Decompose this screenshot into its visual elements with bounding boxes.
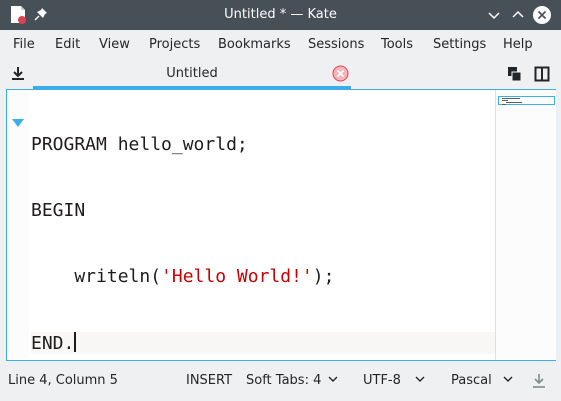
menu-view[interactable]: View bbox=[99, 37, 130, 52]
tab-label: Untitled bbox=[166, 66, 218, 81]
menu-settings[interactable]: Settings bbox=[433, 37, 486, 52]
download-icon[interactable] bbox=[532, 373, 546, 389]
chevron-down-icon[interactable] bbox=[415, 375, 425, 383]
cursor-position[interactable]: Line 4, Column 5 bbox=[8, 373, 118, 388]
chevron-down-icon[interactable] bbox=[503, 375, 513, 383]
split-view-icon[interactable] bbox=[534, 66, 550, 82]
maximize-icon[interactable] bbox=[509, 6, 527, 24]
code-text: writeln( bbox=[31, 266, 162, 287]
minimap-line bbox=[506, 102, 522, 103]
string-literal: 'Hello World!' bbox=[161, 266, 313, 287]
tab-bar: Untitled bbox=[0, 60, 561, 89]
editor-view[interactable]: PROGRAM hello_world; BEGIN writeln('Hell… bbox=[6, 89, 556, 361]
download-icon[interactable] bbox=[10, 65, 26, 81]
minimap-line bbox=[502, 98, 520, 99]
code-line-current[interactable]: END. bbox=[31, 332, 497, 354]
fold-marker-icon[interactable] bbox=[12, 119, 24, 127]
text-cursor bbox=[74, 332, 77, 352]
menu-bar: File Edit View Projects Bookmarks Sessio… bbox=[0, 30, 561, 58]
menu-file[interactable]: File bbox=[13, 37, 35, 52]
editor-gutter[interactable] bbox=[7, 90, 29, 360]
minimap[interactable] bbox=[495, 90, 556, 360]
menu-projects[interactable]: Projects bbox=[149, 37, 200, 52]
window-title: Untitled * — Kate bbox=[224, 7, 337, 22]
title-bar: Untitled * — Kate bbox=[0, 0, 561, 30]
encoding-selector[interactable]: UTF-8 bbox=[363, 373, 401, 388]
minimap-line bbox=[502, 104, 506, 105]
code-text: END. bbox=[31, 333, 75, 354]
input-mode[interactable]: INSERT bbox=[186, 373, 232, 388]
close-icon[interactable] bbox=[533, 6, 551, 24]
quick-open-icon[interactable] bbox=[506, 66, 522, 82]
tab-untitled[interactable]: Untitled bbox=[33, 62, 351, 89]
menu-tools[interactable]: Tools bbox=[381, 37, 413, 52]
code-area[interactable]: PROGRAM hello_world; BEGIN writeln('Hell… bbox=[31, 90, 497, 398]
chevron-down-icon[interactable] bbox=[328, 375, 338, 383]
indentation-setting[interactable]: Soft Tabs: 4 bbox=[246, 373, 321, 388]
code-line[interactable]: writeln('Hello World!'); bbox=[31, 266, 497, 288]
minimize-icon[interactable] bbox=[485, 6, 503, 24]
code-line[interactable]: PROGRAM hello_world; bbox=[31, 134, 497, 156]
menu-bookmarks[interactable]: Bookmarks bbox=[218, 37, 291, 52]
minimap-line bbox=[502, 100, 508, 101]
code-text: ); bbox=[312, 266, 335, 287]
menu-help[interactable]: Help bbox=[503, 37, 533, 52]
code-line[interactable]: BEGIN bbox=[31, 200, 497, 222]
tab-close-icon[interactable] bbox=[332, 65, 349, 82]
status-bar: Line 4, Column 5 INSERT Soft Tabs: 4 UTF… bbox=[0, 366, 561, 396]
menu-sessions[interactable]: Sessions bbox=[308, 37, 364, 52]
menu-edit[interactable]: Edit bbox=[55, 37, 80, 52]
syntax-mode-selector[interactable]: Pascal bbox=[451, 373, 492, 388]
